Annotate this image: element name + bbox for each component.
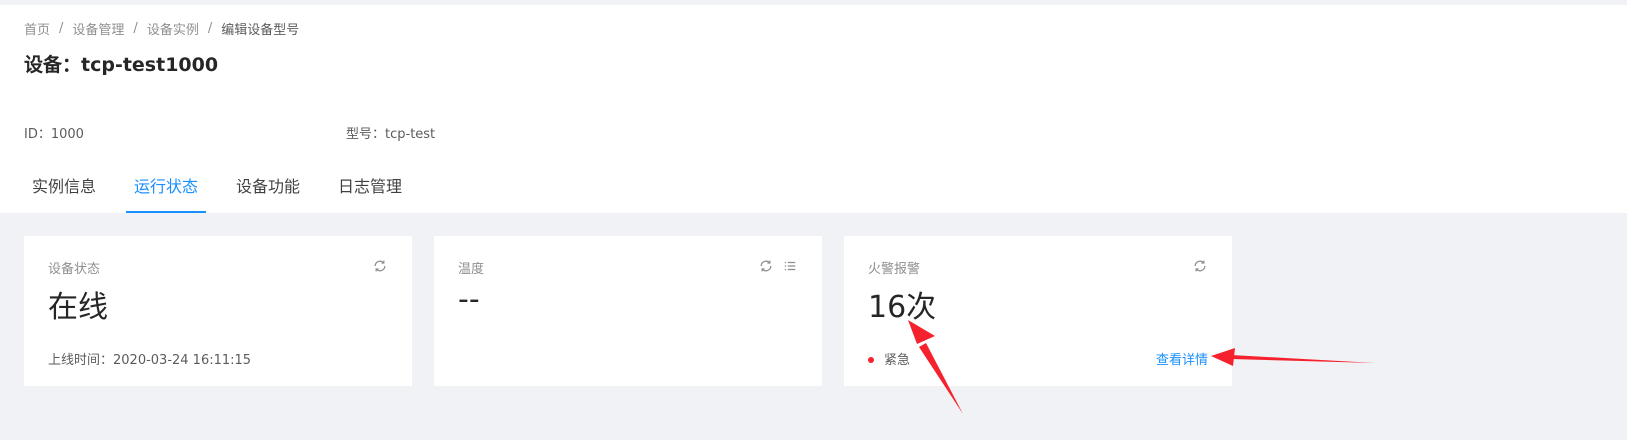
device-status-card: 设备状态 在线 上线时间：2020-03-24 16:11:15 [24,236,412,386]
tab-instance-info[interactable]: 实例信息 [24,176,104,213]
tab-bar: 实例信息 运行状态 设备功能 日志管理 [24,176,432,213]
list-icon[interactable] [782,258,798,274]
breadcrumb-separator: / [133,21,138,36]
breadcrumb-home[interactable]: 首页 [24,19,50,38]
tab-device-functions[interactable]: 设备功能 [228,176,308,213]
card-title: 温度 [458,262,485,277]
card-title: 设备状态 [48,262,101,277]
breadcrumb-device-instance[interactable]: 设备实例 [147,19,199,38]
alarm-level: 紧急 [868,349,910,368]
annotation-arrow-to-details [1211,348,1375,366]
breadcrumb-device-management[interactable]: 设备管理 [72,19,124,38]
device-id: ID：1000 [24,127,84,142]
temperature-value: -- [458,282,480,317]
page-header: 首页 / 设备管理 / 设备实例 / 编辑设备型号 设备：tcp-test100… [0,0,1627,213]
page-title: 设备：tcp-test1000 [24,54,219,76]
alarm-level-label: 紧急 [884,353,911,368]
fire-alarm-count: 16次 [868,290,937,325]
breadcrumb-separator: / [59,21,64,36]
breadcrumb-separator: / [207,21,213,36]
device-status-value: 在线 [48,290,108,325]
view-details-link[interactable]: 查看详情 [1156,349,1208,368]
refresh-icon[interactable] [758,258,774,274]
breadcrumb-edit-device-model: 编辑设备型号 [221,23,300,38]
tab-running-status[interactable]: 运行状态 [126,176,207,213]
refresh-icon[interactable] [1192,258,1208,274]
device-model: 型号：tcp-test [346,127,436,142]
online-time: 上线时间：2020-03-24 16:11:15 [48,353,252,368]
refresh-icon[interactable] [372,258,388,274]
temperature-card: 温度 -- [434,236,822,386]
fire-alarm-card: 火警报警 16次 紧急 查看详情 [844,236,1232,386]
card-title: 火警报警 [868,262,921,277]
breadcrumb: 首页 / 设备管理 / 设备实例 / 编辑设备型号 [24,19,299,38]
status-dot-icon [868,356,874,363]
tab-log-management[interactable]: 日志管理 [330,176,410,213]
